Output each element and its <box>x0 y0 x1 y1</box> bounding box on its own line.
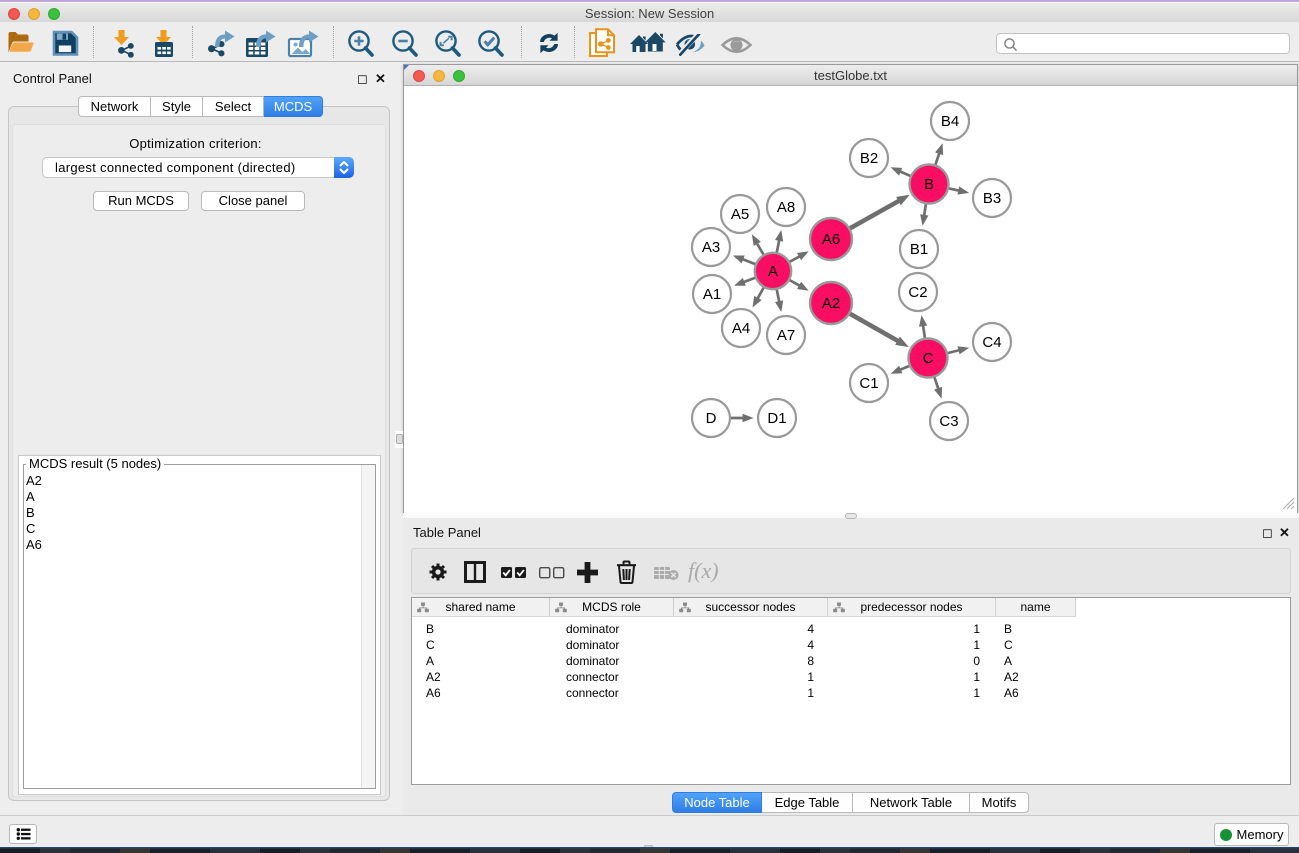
svg-text:C3: C3 <box>939 413 958 430</box>
svg-text:B4: B4 <box>941 113 959 130</box>
svg-text:C2: C2 <box>908 284 927 301</box>
svg-text:A2: A2 <box>822 295 840 312</box>
svg-text:C1: C1 <box>859 375 878 392</box>
svg-text:C: C <box>923 350 934 367</box>
svg-text:A4: A4 <box>732 320 750 337</box>
svg-text:A7: A7 <box>777 327 795 344</box>
svg-text:D1: D1 <box>767 410 786 427</box>
svg-text:B: B <box>924 176 934 193</box>
svg-text:D: D <box>706 410 717 427</box>
svg-text:B1: B1 <box>910 241 928 258</box>
svg-text:A8: A8 <box>777 199 795 216</box>
svg-text:C4: C4 <box>982 334 1001 351</box>
svg-text:A1: A1 <box>703 286 721 303</box>
svg-text:A6: A6 <box>822 231 840 248</box>
svg-text:A: A <box>768 263 778 280</box>
svg-text:B2: B2 <box>860 150 878 167</box>
svg-text:A5: A5 <box>731 206 749 223</box>
svg-text:B3: B3 <box>983 190 1001 207</box>
svg-text:A3: A3 <box>702 239 720 256</box>
